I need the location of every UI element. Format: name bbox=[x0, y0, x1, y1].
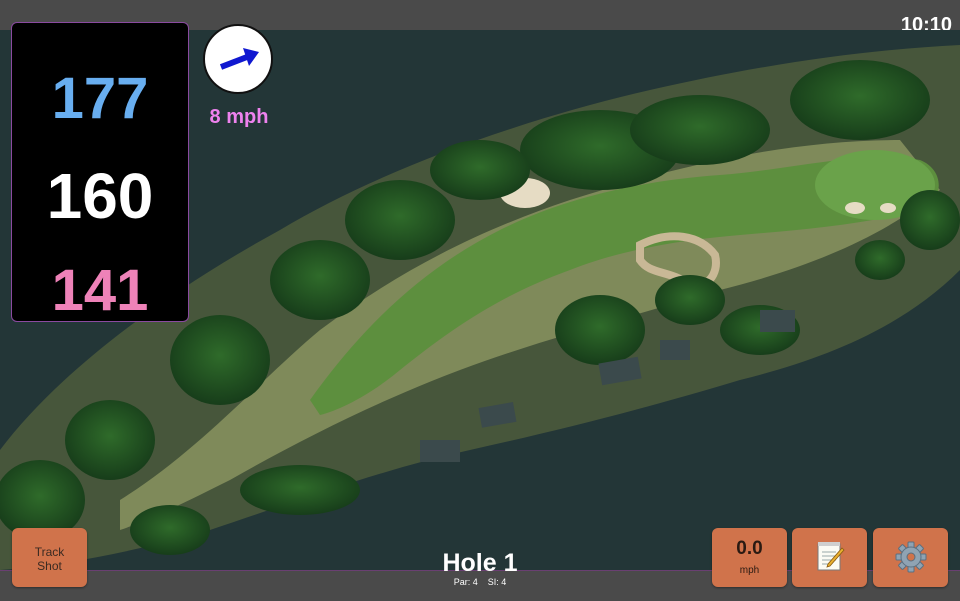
wind-direction-arrow-icon bbox=[219, 48, 259, 70]
notes-button[interactable] bbox=[792, 528, 867, 587]
front-yardage: 141 bbox=[51, 258, 149, 323]
speed-button[interactable]: 0.0 mph bbox=[712, 528, 787, 587]
hole-stroke-index: SI: 4 bbox=[487, 577, 507, 587]
notepad-icon bbox=[792, 540, 867, 579]
track-shot-button[interactable]: Track Shot bbox=[12, 528, 87, 587]
wind-direction-dial bbox=[203, 24, 273, 94]
settings-button[interactable] bbox=[873, 528, 948, 587]
gear-icon bbox=[873, 540, 948, 579]
hole-title: Hole 1 bbox=[442, 549, 518, 577]
speed-unit: mph bbox=[739, 565, 760, 576]
hole-info: Par: 4 SI: 4 bbox=[380, 577, 580, 587]
track-shot-label: Track Shot bbox=[34, 545, 65, 573]
speed-value: 0.0 bbox=[736, 538, 763, 559]
center-yardage: 160 bbox=[46, 160, 154, 232]
hole-par: Par: 4 bbox=[453, 577, 478, 587]
wind-speed: 8 mph bbox=[209, 106, 269, 128]
yardage-panel: 177 160 141 bbox=[11, 22, 189, 323]
back-yardage: 177 bbox=[51, 66, 149, 131]
